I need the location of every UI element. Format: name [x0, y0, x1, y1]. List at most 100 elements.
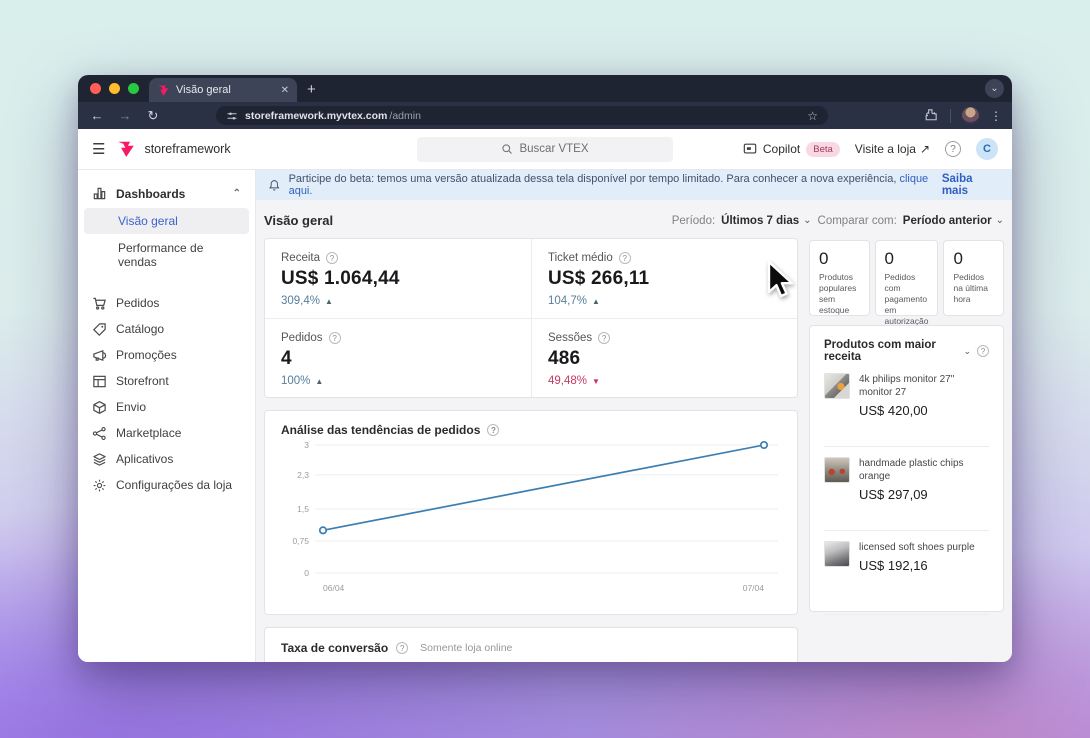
period-value: Últimos 7 dias: [721, 215, 799, 227]
product-name: licensed soft shoes purple: [859, 541, 975, 554]
browser-tab-strip: Visão geral ✕ + ⌄: [78, 75, 1012, 102]
desktop-background: Visão geral ✕ + ⌄ ← → ↻ storeframework.m…: [0, 0, 1090, 738]
beta-banner: Participe do beta: temos uma versão atua…: [256, 170, 1012, 200]
banner-cta[interactable]: Saiba mais: [942, 173, 1000, 197]
trend-down-icon: ▼: [592, 377, 600, 386]
tab-close-icon[interactable]: ✕: [281, 85, 289, 96]
chevron-down-icon[interactable]: ⌄: [963, 346, 971, 357]
back-button[interactable]: ←: [88, 108, 106, 123]
help-icon[interactable]: ?: [326, 252, 338, 264]
sidebar-item-promocoes[interactable]: Promoções: [84, 342, 249, 368]
kpi-ticket-medio[interactable]: Ticket médio? US$ 266,11 104,7%▲: [531, 239, 797, 318]
sidebar-item-aplicativos[interactable]: Aplicativos: [84, 446, 249, 472]
banner-message: Participe do beta: temos uma versão atua…: [289, 173, 934, 197]
product-name: 4k philips monitor 27" monitor 27: [859, 373, 989, 399]
new-tab-button[interactable]: +: [307, 81, 316, 98]
vtex-favicon-icon: [157, 84, 170, 97]
visit-store-link[interactable]: Visite a loja ↗: [855, 142, 930, 156]
site-settings-icon[interactable]: [226, 110, 238, 122]
sidebar-item-label: Marketplace: [116, 426, 181, 440]
help-icon[interactable]: ?: [396, 642, 408, 654]
url-bar[interactable]: storeframework.myvtex.com /admin ☆: [216, 106, 828, 125]
sidebar-item-label: Aplicativos: [116, 452, 173, 466]
menu-hamburger-icon[interactable]: ☰: [92, 140, 105, 158]
kpi-panel: Receita? US$ 1.064,44 309,4%▲ Ticket méd…: [264, 238, 798, 398]
sidebar-group-dashboards[interactable]: Dashboards ⌃: [84, 180, 249, 207]
toolbar-right: ⋮: [925, 107, 1002, 124]
kpi-value: 4: [281, 348, 515, 370]
help-icon[interactable]: ?: [619, 252, 631, 264]
kpi-sessoes[interactable]: Sessões? 486 49,48%▼: [531, 318, 797, 397]
svg-text:06/04: 06/04: [323, 583, 345, 593]
kpi-label: Ticket médio: [548, 252, 613, 264]
sidebar-item-marketplace[interactable]: Marketplace: [84, 420, 249, 446]
window-controls: [78, 75, 149, 102]
orders-trend-panel: Análise das tendências de pedidos ? 32,3…: [264, 410, 798, 615]
product-row[interactable]: licensed soft shoes purple US$ 192,16: [824, 531, 989, 615]
layers-icon: [92, 452, 107, 467]
svg-text:0: 0: [304, 568, 309, 578]
sidebar-item-envio[interactable]: Envio: [84, 394, 249, 420]
reload-button[interactable]: ↻: [144, 108, 162, 124]
banner-text: Participe do beta: temos uma versão atua…: [289, 173, 897, 185]
trend-up-icon: ▲: [592, 297, 600, 306]
conversion-panel: Taxa de conversão ? Somente loja online: [264, 627, 798, 662]
sidebar-item-label: Configurações da loja: [116, 478, 232, 492]
stat-pedidos-autorizacao[interactable]: 0 Pedidos com pagamento em autorização: [875, 240, 939, 316]
stat-value: 0: [819, 249, 860, 269]
megaphone-icon: [92, 348, 107, 363]
admin-header-right: Copilot Beta Visite a loja ↗ ? C: [743, 138, 998, 160]
box-icon: [92, 400, 107, 415]
search-placeholder: Buscar VTEX: [519, 143, 588, 155]
top-products-title: Produtos com maior receita: [824, 339, 957, 363]
kpi-receita[interactable]: Receita? US$ 1.064,44 309,4%▲: [265, 239, 531, 318]
url-host: storeframework.myvtex.com: [245, 110, 387, 122]
help-icon[interactable]: ?: [487, 424, 499, 436]
compare-select[interactable]: Período anterior ⌄: [903, 215, 1004, 227]
forward-button[interactable]: →: [116, 108, 134, 123]
browser-profile-avatar[interactable]: [962, 107, 979, 124]
stat-produtos-sem-estoque[interactable]: 0 Produtos populares sem estoque: [809, 240, 870, 316]
help-icon[interactable]: ?: [945, 141, 961, 157]
bookmark-star-icon[interactable]: ☆: [807, 109, 818, 123]
kpi-value: US$ 1.064,44: [281, 268, 515, 290]
stat-pedidos-ultima-hora[interactable]: 0 Pedidos na última hora: [943, 240, 1004, 316]
browser-window: Visão geral ✕ + ⌄ ← → ↻ storeframework.m…: [78, 75, 1012, 662]
sidebar-item-storefront[interactable]: Storefront: [84, 368, 249, 394]
share-network-icon: [92, 426, 107, 441]
tab-search-chevron-icon[interactable]: ⌄: [985, 79, 1004, 98]
kpi-pedidos[interactable]: Pedidos? 4 100%▲: [265, 318, 531, 397]
browser-menu-icon[interactable]: ⋮: [990, 109, 1002, 123]
sidebar-item-configuracoes[interactable]: Configurações da loja: [84, 472, 249, 498]
sidebar-item-pedidos[interactable]: Pedidos: [84, 290, 249, 316]
period-select[interactable]: Últimos 7 dias ⌄: [721, 215, 811, 227]
minimize-window-button[interactable]: [109, 83, 120, 94]
copilot-button[interactable]: Copilot Beta: [743, 142, 840, 157]
chevron-down-icon: ⌄: [803, 215, 811, 226]
product-row[interactable]: handmade plastic chips orange US$ 297,09: [824, 447, 989, 531]
help-icon[interactable]: ?: [329, 332, 341, 344]
extensions-icon[interactable]: [925, 109, 939, 123]
svg-text:1,5: 1,5: [297, 504, 309, 514]
period-controls: Período: Últimos 7 dias ⌄ Comparar com: …: [672, 215, 1004, 227]
top-products-panel: Produtos com maior receita ⌄ ? 4k philip…: [809, 325, 1004, 612]
kpi-label: Receita: [281, 252, 320, 264]
sidebar-item-catalogo[interactable]: Catálogo: [84, 316, 249, 342]
chevron-up-icon: ⌃: [233, 188, 241, 199]
search-icon: [501, 143, 513, 155]
vtex-logo[interactable]: [117, 140, 135, 158]
search-input[interactable]: Buscar VTEX: [417, 137, 673, 162]
help-icon[interactable]: ?: [977, 345, 989, 357]
sidebar-item-label: Catálogo: [116, 322, 164, 336]
zoom-window-button[interactable]: [128, 83, 139, 94]
sidebar-item-visao-geral[interactable]: Visão geral: [84, 208, 249, 234]
product-row[interactable]: 4k philips monitor 27" monitor 27 US$ 42…: [824, 363, 989, 447]
sidebar-item-performance-de-vendas[interactable]: Performance de vendas: [84, 235, 249, 275]
quick-stats: 0 Produtos populares sem estoque 0 Pedid…: [809, 240, 1004, 316]
account-avatar[interactable]: C: [976, 138, 998, 160]
close-window-button[interactable]: [90, 83, 101, 94]
help-icon[interactable]: ?: [598, 332, 610, 344]
admin-header: ☰ storeframework Buscar VTEX Copi: [78, 129, 1012, 170]
browser-tab[interactable]: Visão geral ✕: [149, 78, 297, 102]
toolbar-divider: [950, 109, 951, 123]
